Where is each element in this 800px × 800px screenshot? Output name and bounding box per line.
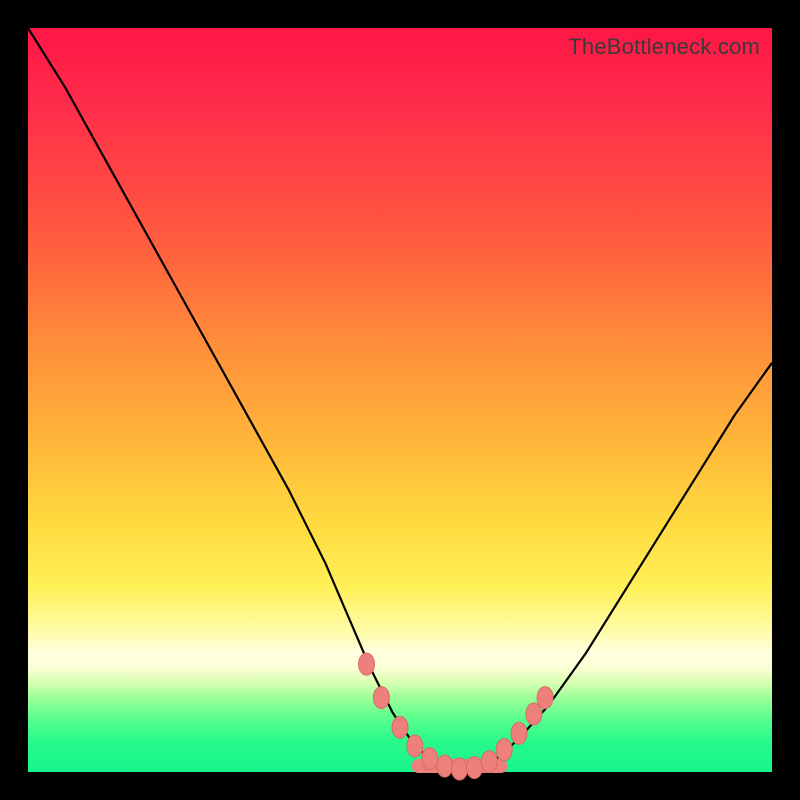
curve-marker (466, 757, 482, 779)
curve-marker (392, 716, 408, 738)
curve-marker (526, 703, 542, 725)
plot-area: TheBottleneck.com (28, 28, 772, 772)
curve-marker (481, 751, 497, 773)
curve-marker (496, 739, 512, 761)
curve-marker (437, 755, 453, 777)
curve-marker (422, 748, 438, 770)
curve-svg (28, 28, 772, 772)
curve-marker (407, 735, 423, 757)
curve-marker (359, 653, 375, 675)
curve-marker (537, 687, 553, 709)
watermark-text: TheBottleneck.com (568, 34, 760, 60)
chart-frame: TheBottleneck.com (0, 0, 800, 800)
curve-marker (452, 758, 468, 780)
curve-marker (511, 722, 527, 744)
curve-marker (373, 687, 389, 709)
bottleneck-curve (28, 28, 772, 770)
